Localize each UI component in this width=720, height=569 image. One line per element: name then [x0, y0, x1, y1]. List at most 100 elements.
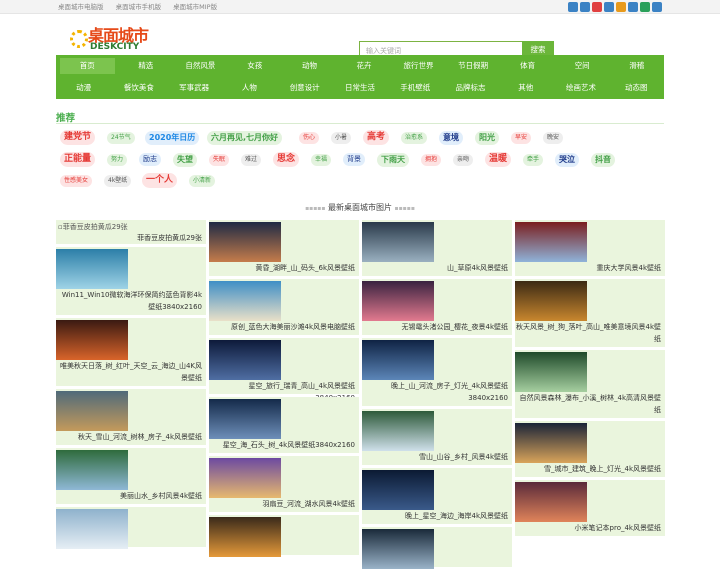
wallpaper-thumbnail[interactable] — [515, 423, 587, 463]
wallpaper-caption[interactable]: 山_草原4k风景壁纸 — [362, 262, 508, 274]
nav-item[interactable]: 滑稽 — [609, 55, 664, 77]
tag-link[interactable]: 温暖 — [485, 152, 512, 167]
wallpaper-caption[interactable]: 秋天风景_树_狗_落叶_高山_唯美意境风景4k壁纸 — [515, 321, 661, 345]
nav-item[interactable]: 首页 — [60, 58, 115, 74]
wallpaper-caption[interactable]: 羽扇豆_河流_湖水风景4k壁纸 — [209, 498, 355, 510]
wallpaper-caption[interactable]: 小米笔记本pro_4k风景壁纸 — [515, 522, 661, 534]
tag-link[interactable]: 意境 — [439, 130, 463, 145]
wallpaper-caption[interactable]: 无锡鼋头渚公园_樱花_夜景4k壁纸 — [362, 321, 508, 333]
tag-link[interactable]: 失眠 — [209, 153, 230, 166]
tag-link[interactable]: 下雨天 — [377, 152, 409, 167]
wallpaper-thumbnail[interactable] — [209, 458, 281, 498]
wallpaper-thumbnail[interactable] — [209, 399, 281, 439]
tag-link[interactable]: 背景 — [343, 153, 365, 166]
tag-link[interactable]: 性感美女 — [60, 174, 93, 187]
wallpaper-caption[interactable]: 雪山_山谷_乡村_风景4k壁纸 — [362, 451, 508, 463]
nav-item[interactable]: 创意设计 — [277, 77, 332, 99]
nav-item[interactable]: 女孩 — [228, 55, 283, 77]
wallpaper-caption[interactable]: 黄昏_湖畔_山_码头_6k风景壁纸 — [209, 262, 355, 274]
tag-link[interactable]: 亲吻 — [453, 153, 474, 166]
tag-link[interactable]: 幸福 — [311, 153, 332, 166]
wallpaper-caption[interactable]: 晚上_山_河流_房子_灯光_4k风景壁纸3840x2160 — [362, 380, 508, 404]
nav-item[interactable]: 节日假期 — [446, 55, 501, 77]
tag-link[interactable]: 阳光 — [475, 130, 499, 145]
wallpaper-thumbnail[interactable] — [362, 470, 434, 510]
wallpaper-card[interactable]: 原创_蓝色大海美丽沙滩4k风景电脑壁纸 — [209, 279, 359, 335]
wallpaper-card[interactable]: 唯美秋天日落_树_红叶_天空_云_海边_山4K风景壁纸 — [56, 318, 206, 386]
wallpaper-thumbnail[interactable] — [56, 391, 128, 431]
tag-link[interactable]: 2020年日历 — [145, 130, 200, 145]
wallpaper-thumbnail[interactable] — [515, 352, 587, 392]
wallpaper-card[interactable]: 雪_城市_建筑_晚上_灯光_4k风景壁纸 — [515, 421, 665, 477]
nav-item[interactable]: 动态图 — [609, 77, 664, 99]
top-link-mobile[interactable]: 桌面城市手机版 — [116, 3, 162, 11]
wallpaper-card[interactable] — [209, 515, 359, 557]
tag-link[interactable]: 抖音 — [591, 152, 615, 167]
wallpaper-thumbnail[interactable] — [515, 281, 587, 321]
wallpaper-card[interactable]: 羽扇豆_河流_湖水风景4k壁纸 — [209, 456, 359, 512]
wallpaper-thumbnail[interactable] — [209, 222, 281, 262]
wallpaper-card[interactable]: 无锡鼋头渚公园_樱花_夜景4k壁纸 — [362, 279, 512, 335]
wallpaper-thumbnail[interactable] — [362, 281, 434, 321]
nav-item[interactable]: 手机壁纸 — [388, 77, 443, 99]
wallpaper-card[interactable]: Win11_Win10微软海洋环保简约蓝色背影4k壁纸3840x2160 — [56, 247, 206, 315]
nav-item[interactable]: 空间 — [555, 55, 610, 77]
nav-item[interactable]: 餐饮美食 — [111, 77, 166, 99]
top-link-mip[interactable]: 桌面城市MIP版 — [173, 3, 217, 11]
wallpaper-card[interactable]: 美丽山水_乡村风景4k壁纸 — [56, 448, 206, 504]
wallpaper-caption[interactable]: Win11_Win10微软海洋环保简约蓝色背影4k壁纸3840x2160 — [56, 289, 202, 313]
wallpaper-caption[interactable]: 原创_蓝色大海美丽沙滩4k风景电脑壁纸 — [209, 321, 355, 333]
nav-item[interactable]: 其他 — [498, 77, 553, 99]
nav-item[interactable]: 花卉 — [337, 55, 392, 77]
wallpaper-card[interactable]: 自然风景森林_瀑布_小溪_树林_4k高清风景壁纸 — [515, 350, 665, 418]
tag-link[interactable]: 晚安 — [543, 131, 564, 144]
share-icon[interactable] — [604, 2, 614, 12]
wallpaper-card[interactable]: ▫菲香豆皮拍黄瓜29张 菲香豆皮拍黄瓜29张 — [56, 220, 206, 244]
nav-item[interactable]: 人物 — [222, 77, 277, 99]
wallpaper-thumbnail[interactable] — [56, 249, 128, 289]
tag-link[interactable]: 拥抱 — [421, 153, 442, 166]
tag-link[interactable]: 失望 — [173, 152, 197, 167]
tag-link[interactable]: 正能量 — [60, 152, 96, 167]
tag-link[interactable]: 治愈系 — [401, 131, 428, 144]
tag-link[interactable]: 思念 — [273, 152, 300, 167]
share-icon[interactable] — [628, 2, 638, 12]
wallpaper-caption[interactable]: 自然风景森林_瀑布_小溪_树林_4k高清风景壁纸 — [515, 392, 661, 416]
nav-item[interactable]: 绘画艺术 — [553, 77, 608, 99]
wallpaper-caption[interactable]: 唯美秋天日落_树_红叶_天空_云_海边_山4K风景壁纸 — [56, 360, 202, 384]
nav-item[interactable]: 日常生活 — [332, 77, 387, 99]
tag-link[interactable]: 牵手 — [523, 153, 544, 166]
wallpaper-caption[interactable]: 星空_海_石头_树_4k风景壁纸3840x2160 — [209, 439, 355, 451]
wallpaper-caption[interactable]: 雪_城市_建筑_晚上_灯光_4k风景壁纸 — [515, 463, 661, 475]
tag-link[interactable]: 小清新 — [189, 174, 216, 187]
tag-link[interactable]: 建党节 — [60, 130, 96, 145]
share-icon[interactable] — [568, 2, 578, 12]
wallpaper-card[interactable] — [362, 527, 512, 569]
share-icon[interactable] — [580, 2, 590, 12]
wallpaper-thumbnail[interactable] — [362, 411, 434, 451]
wallpaper-card[interactable]: 星空_旅行_瑞青_高山_4k风景壁纸3840x2160 — [209, 338, 359, 402]
wallpaper-card[interactable]: 黄昏_湖畔_山_码头_6k风景壁纸 — [209, 220, 359, 276]
tag-link[interactable]: 励志 — [139, 153, 161, 166]
wallpaper-card[interactable]: 小米笔记本pro_4k风景壁纸 — [515, 480, 665, 536]
share-icon[interactable] — [616, 2, 626, 12]
wallpaper-card[interactable]: 雪山_山谷_乡村_风景4k壁纸 — [362, 409, 512, 465]
wallpaper-card[interactable]: 重庆大学风景4k壁纸 — [515, 220, 665, 276]
tag-link[interactable]: 4k壁纸 — [104, 174, 132, 187]
wallpaper-thumbnail[interactable] — [515, 222, 587, 262]
wallpaper-thumbnail[interactable] — [209, 281, 281, 321]
tag-link[interactable]: 难过 — [241, 153, 262, 166]
wallpaper-caption[interactable]: 重庆大学风景4k壁纸 — [515, 262, 661, 274]
tag-link[interactable]: 24节气 — [107, 131, 135, 144]
tag-link[interactable]: 努力 — [107, 153, 128, 166]
wallpaper-thumbnail[interactable] — [56, 320, 128, 360]
wallpaper-thumbnail[interactable] — [209, 340, 281, 380]
tag-link[interactable]: 哭泣 — [555, 152, 579, 167]
nav-item[interactable]: 动漫 — [56, 77, 111, 99]
wallpaper-card[interactable] — [56, 507, 206, 549]
nav-item[interactable]: 旅行世界 — [391, 55, 446, 77]
nav-item[interactable]: 精选 — [119, 55, 174, 77]
tag-link[interactable]: 一个人 — [142, 173, 178, 188]
nav-item[interactable]: 军事武器 — [167, 77, 222, 99]
wallpaper-card[interactable]: 星空_海_石头_树_4k风景壁纸3840x2160 — [209, 397, 359, 453]
